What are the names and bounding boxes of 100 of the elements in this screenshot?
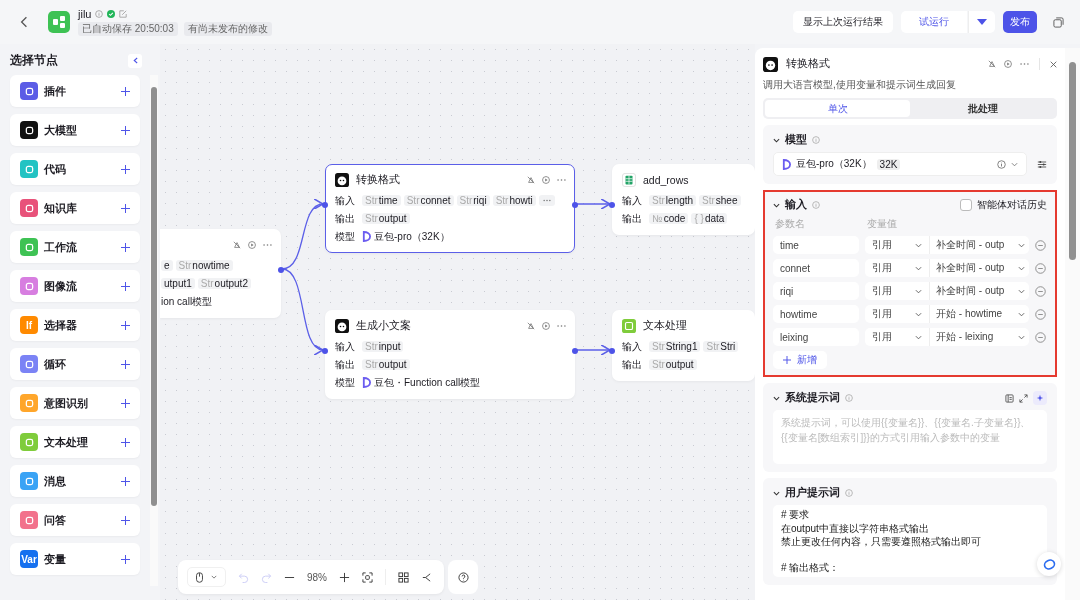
chevron-down-icon[interactable]: [773, 395, 780, 401]
add-icon[interactable]: [121, 554, 130, 564]
source-type-select[interactable]: 引用: [865, 282, 929, 300]
variable-select[interactable]: 补全时间 - outp: [929, 259, 1029, 277]
add-icon[interactable]: [121, 320, 130, 330]
add-icon[interactable]: [121, 359, 130, 369]
mode-tab[interactable]: 单次: [765, 100, 910, 117]
input-port[interactable]: [609, 348, 615, 354]
node-type-item[interactable]: 消息: [10, 465, 140, 497]
scrollbar[interactable]: [1065, 48, 1080, 600]
remove-icon[interactable]: [1035, 262, 1046, 274]
debug-off-icon[interactable]: [527, 322, 535, 330]
user-prompt-field[interactable]: # 要求 在output中直接以字符串格式输出 禁止更改任何内容，只需要遵照格式输出即可 # 输出格式：: [773, 505, 1047, 577]
node-type-item[interactable]: 意图识别: [10, 387, 140, 419]
publish-button[interactable]: 发布: [1003, 11, 1037, 33]
remove-icon[interactable]: [1035, 285, 1046, 297]
workflow-node[interactable]: e Strnowtime utput1 Stroutput2 ion call模型: [160, 229, 281, 318]
add-icon[interactable]: [121, 242, 130, 252]
remove-icon[interactable]: [1035, 239, 1046, 251]
library-icon[interactable]: [1005, 393, 1014, 403]
variable-select[interactable]: 补全时间 - outp: [929, 236, 1029, 254]
variable-select[interactable]: 开始 - howtime: [929, 305, 1029, 323]
variable-select[interactable]: 开始 - leixing: [929, 328, 1029, 346]
chevron-down-icon[interactable]: [773, 490, 780, 496]
settings-sliders-icon[interactable]: [1037, 159, 1047, 169]
back-icon[interactable]: [20, 16, 28, 28]
expand-icon[interactable]: [1019, 393, 1028, 403]
fit-view-icon[interactable]: [362, 571, 373, 583]
more-icon[interactable]: [1020, 62, 1029, 66]
test-run-button[interactable]: 试运行: [901, 11, 967, 33]
source-type-select[interactable]: 引用: [865, 259, 929, 277]
node-type-item[interactable]: 问答: [10, 504, 140, 536]
param-name-field[interactable]: connet: [773, 259, 859, 277]
add-icon[interactable]: [121, 398, 130, 408]
add-icon[interactable]: [121, 86, 130, 96]
output-port[interactable]: [572, 202, 578, 208]
copy-icon[interactable]: [1053, 16, 1064, 28]
source-type-select[interactable]: 引用: [865, 305, 929, 323]
branch-icon[interactable]: [421, 571, 432, 583]
source-type-select[interactable]: 引用: [865, 236, 929, 254]
more-icon[interactable]: [263, 243, 272, 247]
add-button[interactable]: 新增: [773, 351, 827, 369]
input-port[interactable]: [322, 202, 328, 208]
node-type-item[interactable]: 图像流: [10, 270, 140, 302]
node-type-item[interactable]: 文本处理: [10, 426, 140, 458]
pointer-mode-button[interactable]: [187, 567, 226, 587]
add-icon[interactable]: [121, 515, 130, 525]
source-type-select[interactable]: 引用: [865, 328, 929, 346]
add-icon[interactable]: [121, 125, 130, 135]
debug-off-icon[interactable]: [988, 60, 996, 68]
node-type-item[interactable]: 工作流: [10, 231, 140, 263]
workflow-node[interactable]: 文本处理 输入 StrString1 StrStri 输出 Stroutput: [612, 310, 755, 381]
param-name-field[interactable]: howtime: [773, 305, 859, 323]
last-result-button[interactable]: 显示上次运行结果: [793, 11, 893, 33]
more-icon[interactable]: [557, 178, 566, 182]
node-type-item[interactable]: If 选择器: [10, 309, 140, 341]
collapse-sidebar-button[interactable]: [128, 53, 142, 68]
remove-icon[interactable]: [1035, 331, 1046, 343]
input-port[interactable]: [322, 348, 328, 354]
add-icon[interactable]: [121, 281, 130, 291]
output-port[interactable]: [278, 267, 284, 273]
play-icon[interactable]: [542, 322, 550, 330]
node-type-item[interactable]: 循环: [10, 348, 140, 380]
add-icon[interactable]: [121, 476, 130, 486]
model-select[interactable]: 豆包-pro（32K） 32K: [773, 152, 1027, 176]
help-button[interactable]: [448, 560, 478, 594]
input-port[interactable]: [609, 202, 615, 208]
chevron-down-icon[interactable]: [773, 137, 780, 143]
variable-select[interactable]: 补全时间 - outp: [929, 282, 1029, 300]
add-icon[interactable]: [121, 164, 130, 174]
workflow-node[interactable]: 转换格式 输入 Strtime Strconnet Strriqi Strhowti 输出 Stroutput 模型 豆包-pro（32K）: [325, 164, 575, 253]
param-name-field[interactable]: riqi: [773, 282, 859, 300]
ai-sparkle-button[interactable]: [1033, 391, 1047, 405]
debug-off-icon[interactable]: [233, 241, 241, 249]
node-type-item[interactable]: 知识库: [10, 192, 140, 224]
scrollbar[interactable]: [150, 75, 158, 586]
layout-grid-icon[interactable]: [398, 571, 409, 583]
workflow-node[interactable]: add_rows 输入 Strlength Strshee 输出 №code { }data: [612, 164, 755, 235]
remove-icon[interactable]: [1035, 308, 1046, 320]
assistant-float-button[interactable]: [1037, 552, 1061, 576]
test-run-dropdown-button[interactable]: [968, 11, 995, 33]
workflow-node[interactable]: 生成小文案 输入 Strinput 输出 Stroutput 模型 豆包・Function call模型: [325, 310, 575, 399]
node-type-item[interactable]: 插件: [10, 75, 140, 107]
close-icon[interactable]: [1050, 60, 1057, 68]
node-type-item[interactable]: 代码: [10, 153, 140, 185]
param-name-field[interactable]: time: [773, 236, 859, 254]
node-type-item[interactable]: Var 变量: [10, 543, 140, 575]
zoom-in-icon[interactable]: [339, 571, 350, 583]
add-icon[interactable]: [121, 203, 130, 213]
info-icon[interactable]: [997, 159, 1006, 169]
output-port[interactable]: [572, 348, 578, 354]
more-icon[interactable]: [557, 324, 566, 328]
play-icon[interactable]: [248, 241, 256, 249]
chevron-down-icon[interactable]: [773, 202, 780, 208]
node-type-item[interactable]: 大模型: [10, 114, 140, 146]
param-name-field[interactable]: leixing: [773, 328, 859, 346]
add-icon[interactable]: [121, 437, 130, 447]
play-icon[interactable]: [542, 176, 550, 184]
play-icon[interactable]: [1004, 60, 1012, 68]
checkbox[interactable]: [960, 199, 972, 211]
